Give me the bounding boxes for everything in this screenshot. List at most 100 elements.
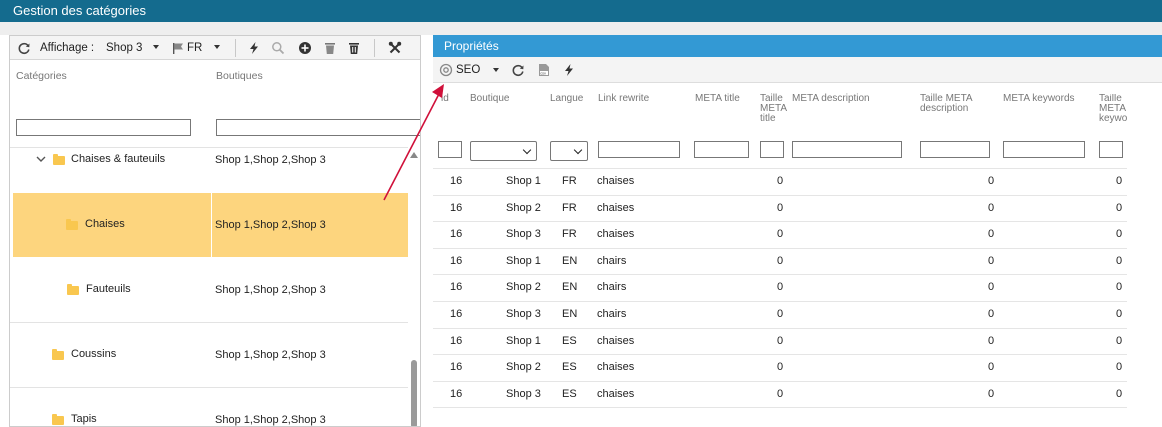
cell-meta-description-size[interactable]: 0 bbox=[988, 388, 994, 400]
categories-filter-input[interactable] bbox=[16, 119, 191, 136]
column-header-meta-keywords-size[interactable]: Taille META keywo bbox=[1099, 94, 1127, 124]
cell-link-rewrite[interactable]: chaises bbox=[597, 228, 634, 240]
cell-link-rewrite[interactable]: chaises bbox=[597, 388, 634, 400]
cell-meta-title-size[interactable]: 0 bbox=[777, 202, 783, 214]
chevron-down-icon[interactable] bbox=[573, 145, 583, 155]
chevron-down-icon[interactable] bbox=[36, 154, 46, 164]
cell-meta-description-size[interactable]: 0 bbox=[988, 228, 994, 240]
cell-id[interactable]: 16 bbox=[450, 228, 462, 240]
link-rewrite-filter-input[interactable] bbox=[598, 141, 680, 158]
refresh-icon[interactable] bbox=[511, 63, 525, 77]
lightning-icon[interactable] bbox=[562, 63, 576, 77]
column-header-shops[interactable]: Boutiques bbox=[216, 70, 263, 82]
cell-shop[interactable]: Shop 3 bbox=[506, 228, 541, 240]
cell-link-rewrite[interactable]: chaises bbox=[597, 202, 634, 214]
cell-id[interactable]: 16 bbox=[450, 388, 462, 400]
cell-shop[interactable]: Shop 3 bbox=[506, 308, 541, 320]
cell-meta-keywords-size[interactable]: 0 bbox=[1116, 202, 1122, 214]
cell-shop[interactable]: Shop 2 bbox=[506, 281, 541, 293]
cell-link-rewrite[interactable]: chairs bbox=[597, 281, 626, 293]
cell-meta-description-size[interactable]: 0 bbox=[988, 308, 994, 320]
view-select[interactable]: SEO bbox=[456, 58, 480, 82]
cell-id[interactable]: 16 bbox=[450, 361, 462, 373]
cell-meta-description-size[interactable]: 0 bbox=[988, 361, 994, 373]
cell-meta-description-size[interactable]: 0 bbox=[988, 202, 994, 214]
shop-filter-select[interactable] bbox=[470, 141, 537, 161]
column-header-shop[interactable]: Boutique bbox=[470, 94, 509, 104]
column-header-meta-keywords[interactable]: META keywords bbox=[1003, 94, 1075, 104]
cell-shop[interactable]: Shop 2 bbox=[506, 361, 541, 373]
flag-icon[interactable] bbox=[171, 41, 185, 55]
meta-title-size-filter-input[interactable] bbox=[760, 141, 784, 158]
lightning-icon[interactable] bbox=[247, 41, 261, 55]
cell-meta-title-size[interactable]: 0 bbox=[777, 361, 783, 373]
cell-meta-keywords-size[interactable]: 0 bbox=[1116, 361, 1122, 373]
cell-link-rewrite[interactable]: chaises bbox=[597, 335, 634, 347]
column-header-link-rewrite[interactable]: Link rewrite bbox=[598, 94, 649, 104]
cell-meta-title-size[interactable]: 0 bbox=[777, 175, 783, 187]
cell-id[interactable]: 16 bbox=[450, 175, 462, 187]
cell-language[interactable]: EN bbox=[562, 255, 577, 267]
delete-all-icon[interactable] bbox=[347, 41, 361, 55]
cell-meta-title-size[interactable]: 0 bbox=[777, 281, 783, 293]
cell-meta-keywords-size[interactable]: 0 bbox=[1116, 388, 1122, 400]
cell-link-rewrite[interactable]: chaises bbox=[597, 175, 634, 187]
cell-shop[interactable]: Shop 2 bbox=[506, 202, 541, 214]
cell-language[interactable]: ES bbox=[562, 388, 577, 400]
chevron-down-icon[interactable] bbox=[522, 145, 532, 155]
cell-meta-keywords-size[interactable]: 0 bbox=[1116, 175, 1122, 187]
cell-language[interactable]: ES bbox=[562, 335, 577, 347]
column-header-categories[interactable]: Catégories bbox=[16, 70, 67, 82]
view-select-chevron-icon[interactable] bbox=[493, 68, 499, 72]
tools-icon[interactable] bbox=[388, 41, 402, 55]
cell-meta-title-size[interactable]: 0 bbox=[777, 335, 783, 347]
cell-id[interactable]: 16 bbox=[450, 255, 462, 267]
language-select[interactable]: FR bbox=[187, 36, 202, 60]
meta-keywords-filter-input[interactable] bbox=[1003, 141, 1085, 158]
cell-meta-keywords-size[interactable]: 0 bbox=[1116, 255, 1122, 267]
column-header-meta-description[interactable]: META description bbox=[792, 94, 870, 104]
cell-meta-keywords-size[interactable]: 0 bbox=[1116, 335, 1122, 347]
refresh-icon[interactable] bbox=[17, 41, 31, 55]
cell-id[interactable]: 16 bbox=[450, 281, 462, 293]
shop-select-chevron-icon[interactable] bbox=[153, 45, 159, 49]
cell-meta-description-size[interactable]: 0 bbox=[988, 175, 994, 187]
cell-shop[interactable]: Shop 1 bbox=[506, 255, 541, 267]
tree-item-coussins[interactable]: Coussins bbox=[71, 348, 116, 360]
column-header-id[interactable]: id bbox=[441, 94, 449, 104]
cell-meta-description-size[interactable]: 0 bbox=[988, 281, 994, 293]
shops-filter-input[interactable] bbox=[216, 119, 420, 136]
language-select-chevron-icon[interactable] bbox=[214, 45, 220, 49]
cell-language[interactable]: ES bbox=[562, 361, 577, 373]
column-header-meta-title-size[interactable]: Taille META title bbox=[760, 94, 787, 124]
cell-language[interactable]: EN bbox=[562, 308, 577, 320]
cell-shop[interactable]: Shop 1 bbox=[506, 335, 541, 347]
cell-meta-description-size[interactable]: 0 bbox=[988, 335, 994, 347]
scroll-up-arrow-icon[interactable] bbox=[410, 152, 418, 158]
tree-item-fauteuils[interactable]: Fauteuils bbox=[86, 283, 131, 295]
cell-shop[interactable]: Shop 3 bbox=[506, 388, 541, 400]
csv-export-icon[interactable]: csv bbox=[537, 63, 551, 77]
cell-language[interactable]: FR bbox=[562, 175, 577, 187]
shop-select[interactable]: Shop 3 bbox=[106, 36, 142, 60]
id-filter-input[interactable] bbox=[438, 141, 462, 158]
cell-link-rewrite[interactable]: chaises bbox=[597, 361, 634, 373]
cell-meta-keywords-size[interactable]: 0 bbox=[1116, 281, 1122, 293]
column-header-language[interactable]: Langue bbox=[550, 94, 583, 104]
meta-description-filter-input[interactable] bbox=[792, 141, 902, 158]
column-header-meta-title[interactable]: META title bbox=[695, 94, 740, 104]
cell-meta-title-size[interactable]: 0 bbox=[777, 388, 783, 400]
delete-icon[interactable] bbox=[323, 41, 337, 55]
cell-meta-title-size[interactable]: 0 bbox=[777, 228, 783, 240]
language-filter-select[interactable] bbox=[550, 141, 588, 161]
cell-id[interactable]: 16 bbox=[450, 335, 462, 347]
cell-meta-keywords-size[interactable]: 0 bbox=[1116, 228, 1122, 240]
meta-keywords-size-filter-input[interactable] bbox=[1099, 141, 1123, 158]
search-icon[interactable] bbox=[271, 41, 285, 55]
scrollbar-thumb[interactable] bbox=[411, 360, 417, 426]
cell-link-rewrite[interactable]: chairs bbox=[597, 308, 626, 320]
cell-link-rewrite[interactable]: chairs bbox=[597, 255, 626, 267]
cell-meta-title-size[interactable]: 0 bbox=[777, 255, 783, 267]
add-icon[interactable] bbox=[298, 41, 312, 55]
cell-shop[interactable]: Shop 1 bbox=[506, 175, 541, 187]
